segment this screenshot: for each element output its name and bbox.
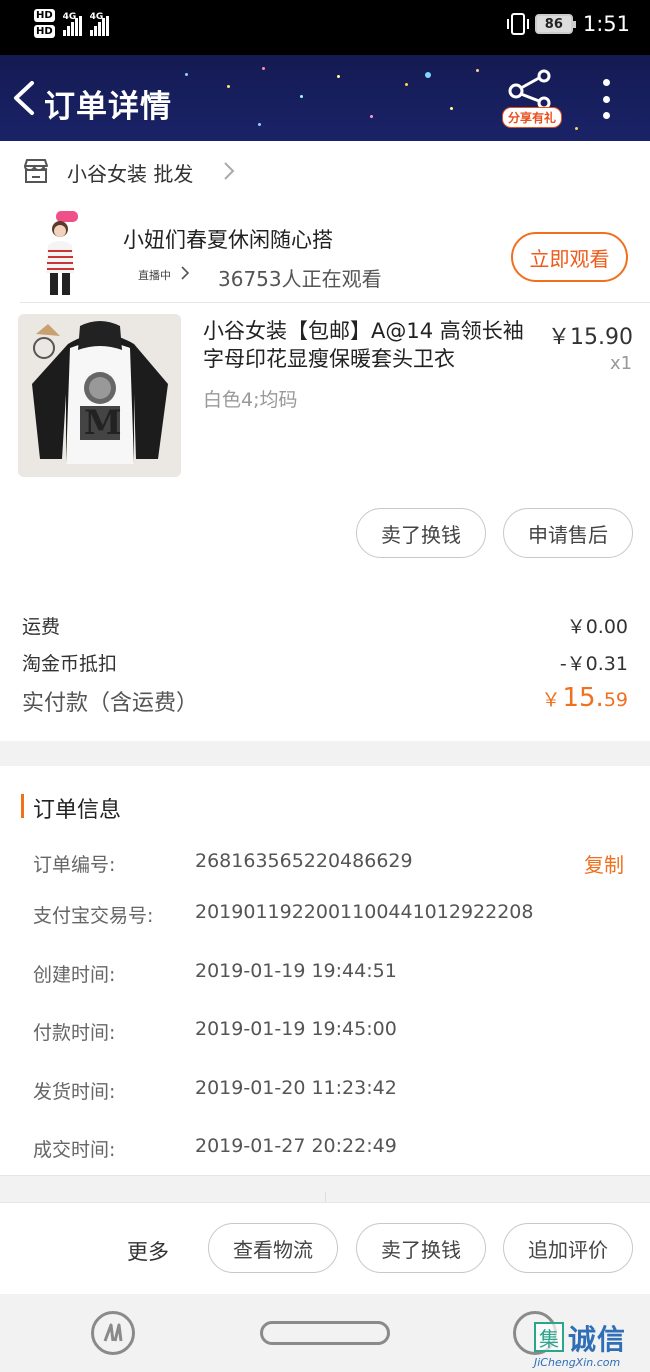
live-title: 小妞们春夏休闲随心搭 bbox=[123, 228, 333, 252]
share-badge: 分享有礼 bbox=[502, 107, 563, 128]
nav-bar: 订单详情 分享有礼 bbox=[0, 55, 650, 141]
add-review-button[interactable]: 追加评价 bbox=[503, 1223, 633, 1273]
hd-badge: HD bbox=[34, 25, 55, 38]
section-title: 订单信息 bbox=[33, 798, 122, 823]
shipping-time-label: 发货时间: bbox=[33, 1081, 116, 1103]
after-sale-button[interactable]: 申请售后 bbox=[503, 508, 633, 558]
live-stream-row[interactable]: 小妞们春夏休闲随心搭 直播中 36753人正在观看 立即观看 bbox=[0, 201, 650, 303]
app-switch-icon[interactable] bbox=[91, 1311, 135, 1355]
product-title[interactable]: 小谷女装【包邮】A@14 高领长袖字母印花显瘦保暖套头卫衣 bbox=[203, 317, 543, 373]
watch-now-button[interactable]: 立即观看 bbox=[511, 232, 628, 282]
payment-time-value: 2019-01-19 19:45:00 bbox=[195, 1018, 397, 1040]
created-time-value: 2019-01-19 19:44:51 bbox=[195, 960, 397, 982]
signal-icon: 4G bbox=[62, 11, 82, 36]
live-viewer-count: 36753人正在观看 bbox=[218, 267, 382, 291]
hoodie-illustration: M bbox=[18, 314, 181, 477]
signal-icon: 4G bbox=[89, 11, 109, 36]
shipping-label: 运费 bbox=[22, 616, 61, 638]
svg-text:M: M bbox=[84, 403, 122, 443]
battery-icon: 86 bbox=[534, 14, 576, 34]
hd-badges: HD HD bbox=[34, 9, 55, 38]
watermark: 集 诚信 JiChengXin.com bbox=[534, 1318, 650, 1372]
signal-area: HD HD 4G 4G bbox=[34, 9, 109, 38]
live-status: 直播中 bbox=[138, 269, 171, 282]
more-actions-button[interactable]: 更多 bbox=[127, 1236, 169, 1266]
product-image[interactable]: M bbox=[18, 314, 181, 477]
sell-for-cash-button[interactable]: 卖了换钱 bbox=[356, 508, 486, 558]
network-type: 4G bbox=[89, 11, 104, 22]
created-time-label: 创建时间: bbox=[33, 964, 116, 986]
order-info-section: 订单信息 订单编号: 268163565220486629 复制 支付宝交易号:… bbox=[0, 766, 650, 1176]
order-item: M 小谷女装【包邮】A@14 高领长袖字母印花显瘦保暖套头卫衣 ￥15.90 x… bbox=[0, 303, 650, 593]
divider bbox=[325, 1192, 326, 1202]
bottom-action-bar: 更多 查看物流 卖了换钱 追加评价 bbox=[0, 1202, 650, 1294]
completed-time-label: 成交时间: bbox=[33, 1139, 116, 1161]
network-type: 4G bbox=[62, 11, 77, 22]
section-accent-bar bbox=[21, 794, 24, 818]
order-number-value: 268163565220486629 bbox=[195, 850, 413, 872]
streamer-avatar bbox=[46, 211, 78, 295]
shop-row[interactable]: 小谷女装 批发 bbox=[0, 141, 650, 201]
share-button[interactable]: 分享有礼 bbox=[500, 69, 564, 129]
store-icon bbox=[24, 159, 48, 183]
coin-deduction-value: -￥0.31 bbox=[559, 653, 628, 675]
payment-time-label: 付款时间: bbox=[33, 1022, 116, 1044]
shop-name: 小谷女装 批发 bbox=[67, 162, 194, 186]
paid-amount-label: 实付款（含运费） bbox=[22, 691, 199, 716]
paid-amount-value: ￥ 15. 59 bbox=[541, 683, 628, 713]
coin-deduction-label: 淘金币抵扣 bbox=[22, 653, 118, 675]
product-sku: 白色4;均码 bbox=[203, 389, 298, 411]
back-arrow-icon[interactable] bbox=[10, 80, 40, 116]
hd-badge: HD bbox=[34, 9, 55, 22]
alipay-trade-label: 支付宝交易号: bbox=[33, 905, 154, 927]
vibrate-icon bbox=[506, 13, 529, 35]
completed-time-value: 2019-01-27 20:22:49 bbox=[195, 1135, 397, 1157]
chevron-right-icon bbox=[224, 162, 235, 180]
watermark-logo: 集 bbox=[534, 1322, 564, 1352]
product-quantity: x1 bbox=[610, 353, 633, 374]
payment-summary: 运费 ￥0.00 淘金币抵扣 -￥0.31 实付款（含运费） ￥ 15. 59 bbox=[0, 593, 650, 741]
paid-integer: 15. bbox=[562, 683, 604, 713]
watermark-text: 诚信 bbox=[568, 1323, 627, 1356]
chevron-right-icon bbox=[181, 266, 190, 280]
product-price: ￥15.90 bbox=[548, 325, 633, 350]
clock: 1:51 bbox=[582, 12, 630, 36]
alipay-trade-value: 2019011922001100441012922208 bbox=[195, 901, 534, 923]
order-number-label: 订单编号: bbox=[33, 854, 116, 876]
shipping-time-value: 2019-01-20 11:23:42 bbox=[195, 1077, 397, 1099]
copy-button[interactable]: 复制 bbox=[584, 849, 624, 878]
shipping-value: ￥0.00 bbox=[566, 616, 628, 638]
share-icon bbox=[508, 69, 551, 110]
status-right: 86 1:51 bbox=[506, 12, 630, 36]
watermark-url: JiChengXin.com bbox=[534, 1356, 621, 1369]
divider bbox=[0, 1175, 650, 1176]
more-options-icon[interactable] bbox=[598, 79, 614, 119]
page-title: 订单详情 bbox=[44, 89, 172, 125]
sell-for-cash-button[interactable]: 卖了换钱 bbox=[356, 1223, 486, 1273]
view-logistics-button[interactable]: 查看物流 bbox=[208, 1223, 338, 1273]
home-gesture-bar[interactable] bbox=[260, 1321, 390, 1345]
app-logo-icon bbox=[103, 1323, 123, 1342]
paid-decimal: 59 bbox=[603, 689, 628, 711]
status-bar: HD HD 4G 4G 86 1:51 bbox=[0, 0, 650, 55]
currency-symbol: ￥ bbox=[541, 689, 561, 711]
